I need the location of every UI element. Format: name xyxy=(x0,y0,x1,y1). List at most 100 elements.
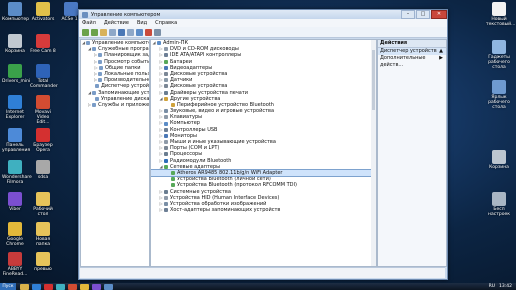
desktop-icon-label: Новая папка xyxy=(35,237,51,247)
console-icon[interactable] xyxy=(127,28,134,36)
desktop-app-icon xyxy=(492,192,506,206)
vertical-scrollbar[interactable] xyxy=(371,40,376,266)
maximize-button[interactable]: □ xyxy=(416,10,430,19)
desktop-icon[interactable]: Viber xyxy=(2,192,28,212)
desktop-app-icon xyxy=(8,95,22,109)
desktop-icon[interactable]: Рабочий стол xyxy=(30,192,56,217)
device-category-icon xyxy=(171,102,175,107)
device-category-icon xyxy=(171,183,175,188)
taskbar-app-icon[interactable] xyxy=(104,283,113,290)
desktop-icon[interactable]: Drivers_mini xyxy=(2,64,31,84)
console-tree-item[interactable]: ▷ Службы и приложения xyxy=(81,102,149,108)
device-category-icon xyxy=(164,140,168,145)
expand-toggle-icon[interactable]: ▷ xyxy=(94,77,97,83)
desktop-icon-label: Панель управления xyxy=(2,143,31,153)
language-indicator[interactable]: RU xyxy=(489,284,495,289)
desktop-icon[interactable]: Google Chrome xyxy=(2,222,28,247)
expand-toggle-icon[interactable]: ◢ xyxy=(152,40,156,46)
computer-management-icon xyxy=(82,11,88,18)
desktop-app-icon xyxy=(492,40,506,54)
tree-node-icon xyxy=(99,65,103,70)
folder-up-icon[interactable] xyxy=(100,28,107,36)
desktop-icon-label: Internet Explorer xyxy=(5,110,25,120)
menu-view[interactable]: Вид xyxy=(137,20,147,26)
clock[interactable]: 13:42 xyxy=(499,284,512,289)
desktop-icon[interactable]: Ярлык рабочего стола xyxy=(486,80,512,110)
expand-toggle-icon[interactable]: ◢ xyxy=(88,90,91,96)
device-category-icon xyxy=(157,41,161,46)
desktop-icon[interactable]: Movavi Video Edit... xyxy=(30,95,56,125)
device-category-icon xyxy=(164,53,168,58)
desktop-icon[interactable]: ABBYY FineRead... xyxy=(2,252,28,277)
taskbar-app-icon[interactable] xyxy=(56,283,65,290)
expand-toggle-icon[interactable]: ◢ xyxy=(159,164,163,170)
desktop-icon[interactable]: Новая папка xyxy=(30,222,56,247)
desktop-icon-label: Total Commander xyxy=(30,79,58,89)
expand-toggle-icon[interactable]: ◢ xyxy=(159,96,163,102)
minimize-button[interactable]: – xyxy=(401,10,415,19)
device-category-icon xyxy=(171,177,175,182)
desktop-app-icon xyxy=(492,80,506,94)
desktop-icon[interactable]: Internet Explorer xyxy=(2,95,28,120)
device-tree-item[interactable]: ▷ Хост-адаптеры запоминающих устройств xyxy=(151,207,376,213)
taskbar-app-icon[interactable] xyxy=(20,283,29,290)
forward-icon[interactable] xyxy=(91,28,98,36)
device-category-icon xyxy=(164,65,168,70)
expand-toggle-icon[interactable]: ▷ xyxy=(159,207,163,213)
desktop-app-icon xyxy=(64,2,78,16)
taskbar-app-icon[interactable] xyxy=(92,283,101,290)
scan-hardware-icon[interactable] xyxy=(136,28,143,36)
desktop-icon-label: ABBYY FineRead... xyxy=(2,267,28,277)
desktop-icon[interactable]: Activators xyxy=(30,2,56,22)
expand-toggle-icon[interactable]: ◢ xyxy=(82,40,85,46)
back-icon[interactable] xyxy=(82,28,89,36)
device-category-icon xyxy=(164,158,168,163)
device-category-icon xyxy=(164,84,168,89)
desktop-icon[interactable]: Free Cam 8 xyxy=(30,34,56,54)
taskbar-app-icon[interactable] xyxy=(68,283,77,290)
system-tray: RU 13:42 xyxy=(485,284,516,289)
desktop-icon[interactable]: Новый текстовый... xyxy=(486,2,515,27)
close-button[interactable]: ✕ xyxy=(431,10,447,19)
desktop-icon[interactable]: Браузер Opera xyxy=(30,128,56,153)
uninstall-device-icon[interactable] xyxy=(154,28,161,36)
desktop-icon-label: Drivers_mini xyxy=(2,79,31,84)
desktop-icon[interactable]: Wondershare Filmora xyxy=(2,160,32,185)
device-category-icon xyxy=(164,201,168,206)
properties-icon[interactable] xyxy=(109,28,116,36)
action-label: Дополнительные действ... xyxy=(380,55,426,68)
action-item[interactable]: Дополнительные действ... ▶ xyxy=(378,55,446,68)
tree-item-label: Службы и приложения xyxy=(98,101,150,108)
taskbar-app-icon[interactable] xyxy=(44,283,53,290)
tree-node-icon xyxy=(86,41,91,46)
menu-action[interactable]: Действие xyxy=(104,20,129,26)
action-item[interactable]: Диспетчер устройств ▲ xyxy=(378,48,446,55)
tree-node-icon xyxy=(92,90,97,95)
desktop-icon-label: Бесп настроек xyxy=(488,207,510,217)
desktop-icon[interactable]: Бесп настроек xyxy=(486,192,512,217)
device-category-icon xyxy=(164,78,168,83)
menu-help[interactable]: Справка xyxy=(155,20,177,26)
expand-toggle-icon[interactable]: ▷ xyxy=(88,102,91,108)
menu-file[interactable]: Файл xyxy=(82,20,96,26)
desktop-icon[interactable]: превью xyxy=(30,252,56,272)
desktop-icon[interactable]: Корзина xyxy=(486,150,512,170)
start-button[interactable]: Пуск xyxy=(0,283,16,290)
tree-node-icon xyxy=(92,102,97,107)
disable-device-icon[interactable] xyxy=(145,28,152,36)
help-icon[interactable] xyxy=(118,28,125,36)
taskbar-app-icon[interactable] xyxy=(80,283,89,290)
desktop-app-icon xyxy=(8,128,22,142)
desktop-icon[interactable]: sdsa xyxy=(30,160,56,180)
title-bar[interactable]: Управление компьютером – □ ✕ xyxy=(79,10,447,19)
desktop-icon[interactable]: Total Commander xyxy=(30,64,58,89)
taskbar-app-icon[interactable] xyxy=(32,283,41,290)
desktop-icon[interactable]: Компьютер xyxy=(2,2,29,22)
desktop-app-icon xyxy=(36,34,50,48)
device-category-icon xyxy=(164,90,168,95)
desktop-app-icon xyxy=(8,160,22,174)
desktop-icon[interactable]: Корзина xyxy=(2,34,28,54)
expand-toggle-icon[interactable]: ◢ xyxy=(88,46,91,52)
desktop-icon[interactable]: Гаджеты рабочего стола xyxy=(486,40,512,70)
desktop-icon[interactable]: Панель управления xyxy=(2,128,31,153)
